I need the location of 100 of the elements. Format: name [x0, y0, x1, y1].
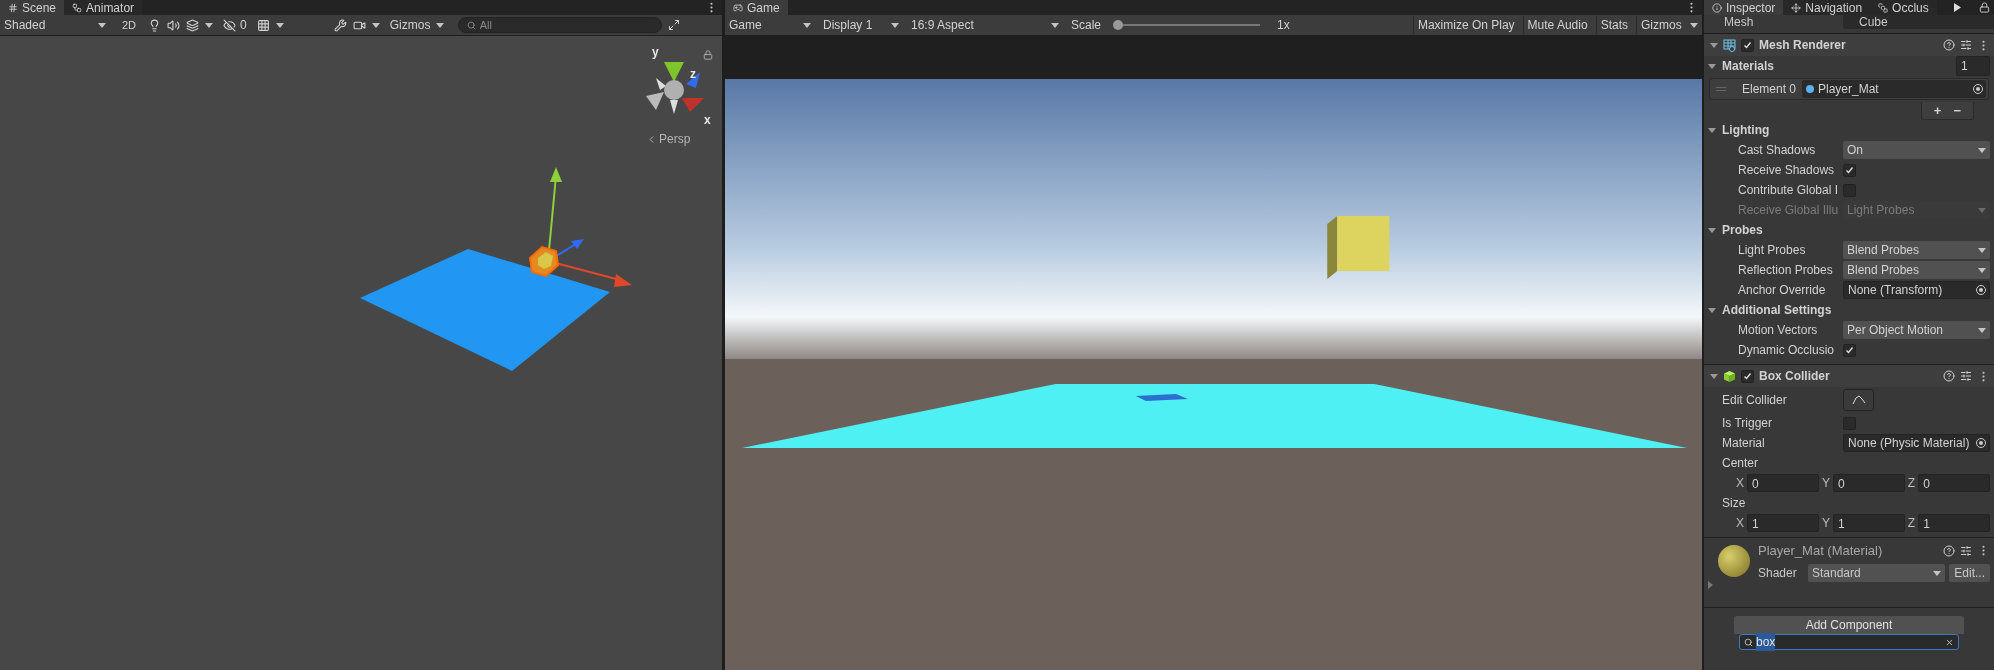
- property-label: Motion Vectors: [1738, 323, 1818, 337]
- axis-label: x: [704, 113, 711, 127]
- tab-icon: [1878, 2, 1889, 13]
- presets-icon[interactable]: [1960, 39, 1972, 51]
- number-field[interactable]: 1: [1747, 514, 1819, 532]
- checkbox[interactable]: [1843, 163, 1856, 177]
- hidden-objects-toggle[interactable]: 0: [219, 16, 251, 34]
- search-icon: [1744, 637, 1753, 647]
- component-header[interactable]: Mesh Renderer: [1704, 34, 1994, 56]
- play-arrow-icon[interactable]: [1954, 3, 1962, 12]
- projection-label[interactable]: Persp: [659, 130, 691, 148]
- add-component-button[interactable]: Add Component: [1734, 616, 1964, 634]
- list-edit-button[interactable]: −: [1953, 100, 1961, 121]
- scale-reading: 1x: [1277, 17, 1290, 34]
- scale-slider-thumb[interactable]: [1113, 20, 1124, 30]
- property-label: Contribute Global I: [1738, 183, 1839, 197]
- number-field[interactable]: 1: [1918, 514, 1990, 532]
- component-header[interactable]: Box Collider: [1704, 365, 1994, 387]
- section-header[interactable]: Lighting: [1722, 121, 1770, 139]
- caret-icon: [98, 21, 106, 29]
- caret-icon: [1690, 21, 1698, 29]
- object-field[interactable]: None (Transform): [1843, 281, 1990, 299]
- tab-icon: [8, 2, 18, 13]
- property-label: Center: [1722, 456, 1759, 470]
- search-field[interactable]: All: [457, 17, 662, 33]
- presets-icon[interactable]: [1960, 544, 1972, 557]
- caret-icon: [1978, 326, 1986, 334]
- caret-icon: [205, 21, 214, 29]
- axis-label: Y: [1821, 515, 1830, 532]
- axis-label: z: [690, 67, 696, 81]
- axis-label: Y: [1821, 475, 1830, 492]
- section-header[interactable]: Materials: [1722, 57, 1775, 75]
- caret-icon: [371, 21, 380, 29]
- object-field[interactable]: None (Physic Material): [1843, 434, 1990, 452]
- axis-label: y: [652, 45, 659, 59]
- section-header[interactable]: Additional Settings: [1722, 301, 1832, 319]
- toolbar-toggle-button[interactable]: Mute Audio: [1522, 16, 1592, 34]
- tools-icon[interactable]: [333, 18, 347, 32]
- section-header[interactable]: Probes: [1722, 221, 1763, 239]
- property-label: Edit Collider: [1722, 393, 1787, 407]
- caret-icon: [1978, 246, 1986, 254]
- axis-label: X: [1736, 475, 1744, 492]
- property-dropdown[interactable]: Per Object Motion: [1843, 321, 1990, 339]
- axis-label: Z: [1907, 515, 1916, 532]
- number-field[interactable]: 0: [1918, 474, 1990, 492]
- lock-icon[interactable]: [1979, 2, 1990, 13]
- toggle-2d-button[interactable]: 2D: [116, 16, 143, 34]
- help-icon[interactable]: [1943, 544, 1955, 557]
- layers-icon[interactable]: [186, 18, 200, 32]
- panel-tab[interactable]: Navigation: [1783, 0, 1871, 15]
- property-label: Shader: [1758, 564, 1798, 582]
- property-label: Is Trigger: [1722, 416, 1772, 430]
- property-label: Reflection Probes: [1738, 263, 1833, 277]
- clear-icon[interactable]: [1945, 637, 1954, 647]
- axis-label: Z: [1907, 475, 1916, 492]
- bounds-icon: [1851, 395, 1866, 405]
- panel-tab[interactable]: Game: [725, 0, 788, 15]
- audio-icon[interactable]: [167, 18, 181, 32]
- tab-icon: [733, 2, 743, 13]
- grid-icon[interactable]: [256, 18, 270, 32]
- presets-icon[interactable]: [1960, 370, 1972, 382]
- number-field[interactable]: 0: [1832, 474, 1905, 492]
- maximize-icon[interactable]: [667, 19, 680, 31]
- property-label: Receive Shadows: [1738, 163, 1835, 177]
- caret-icon: [1978, 266, 1986, 274]
- scale-label: Scale: [1071, 17, 1102, 34]
- property-dropdown[interactable]: Blend Probes: [1843, 241, 1990, 259]
- property-label: Dynamic Occlusio: [1738, 343, 1835, 357]
- orientation-gizmo-drawing[interactable]: [646, 62, 704, 114]
- count-field[interactable]: 1: [1956, 56, 1990, 76]
- help-icon[interactable]: [1943, 39, 1955, 51]
- mesh-field[interactable]: Cube: [1843, 15, 1994, 29]
- property-dropdown[interactable]: On: [1843, 141, 1990, 159]
- property-dropdown[interactable]: Blend Probes: [1843, 261, 1990, 279]
- help-icon[interactable]: [1943, 370, 1955, 382]
- search-icon: [466, 20, 476, 30]
- caret-icon: [435, 21, 444, 29]
- panel-tab[interactable]: Scene: [0, 0, 65, 15]
- property-label: Light Probes: [1738, 243, 1806, 257]
- property-label: Cast Shadows: [1738, 143, 1816, 157]
- enable-checkbox[interactable]: [1741, 38, 1754, 52]
- cube-drawing: [1327, 216, 1390, 279]
- enable-checkbox[interactable]: [1741, 369, 1754, 383]
- toolbar-toggle-button[interactable]: Stats: [1595, 16, 1632, 34]
- search-input[interactable]: All: [479, 16, 640, 34]
- panel-tab[interactable]: Inspector: [1704, 0, 1784, 15]
- list-edit-button[interactable]: +: [1933, 100, 1942, 121]
- search-query: box: [1756, 633, 1776, 651]
- search-field[interactable]: box: [1739, 634, 1959, 650]
- edit-shader-button[interactable]: Edit...: [1949, 563, 1990, 582]
- lock-icon[interactable]: [703, 50, 713, 60]
- panel-tab[interactable]: Occlus: [1870, 0, 1937, 15]
- tab-icon: [1791, 2, 1802, 13]
- checkbox[interactable]: [1843, 343, 1856, 357]
- shader-dropdown[interactable]: Standard: [1808, 563, 1946, 582]
- edit-collider-button[interactable]: [1843, 389, 1874, 411]
- toolbar-toggle-button[interactable]: Maximize On Play: [1412, 16, 1519, 34]
- number-field[interactable]: 1: [1832, 514, 1905, 532]
- number-field[interactable]: 0: [1747, 474, 1819, 492]
- panel-tab[interactable]: Animator: [64, 0, 143, 15]
